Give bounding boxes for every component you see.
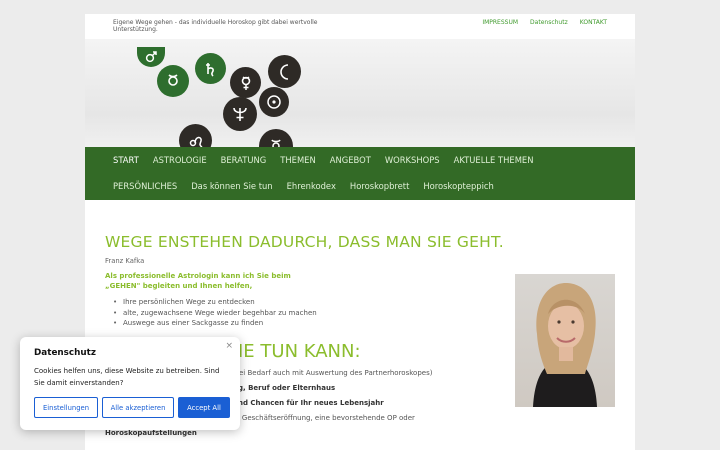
- nav-item-workshops[interactable]: WORKSHOPS: [385, 155, 440, 165]
- nav-item-angebot[interactable]: ANGEBOT: [330, 155, 371, 165]
- nav-item-start[interactable]: START: [113, 155, 139, 165]
- site-tagline: Eigene Wege gehen - das individuelle Hor…: [113, 19, 318, 33]
- list-item: Auswege aus einer Sackgasse zu finden: [113, 318, 317, 329]
- cookie-dialog-text: Cookies helfen uns, diese Website zu bet…: [34, 367, 220, 387]
- top-bar: Eigene Wege gehen - das individuelle Hor…: [85, 14, 635, 39]
- section-heading: IE TUN KANN:: [238, 341, 361, 362]
- impressum-link[interactable]: IMPRESSUM: [482, 19, 518, 26]
- venus-symbol-icon: [230, 67, 261, 98]
- cookie-consent-dialog: Datenschutz × Cookies helfen uns, diese …: [20, 337, 240, 430]
- intro-text: Als professionelle Astrologin kann ich S…: [105, 272, 291, 290]
- nav-item-aktuelle-themen[interactable]: AKTUELLE THEMEN: [454, 155, 534, 165]
- neptune-icon: [223, 97, 257, 131]
- page-heading: WEGE ENSTEHEN DADURCH, DASS MAN SIE GEHT…: [105, 233, 504, 251]
- kontakt-link[interactable]: KONTAKT: [580, 19, 607, 26]
- nav-row-1: START ASTROLOGIE BERATUNG THEMEN ANGEBOT…: [113, 155, 534, 165]
- mercury-icon: [259, 129, 293, 147]
- close-icon[interactable]: ×: [225, 341, 233, 351]
- top-links: IMPRESSUM Datenschutz KONTAKT: [482, 19, 607, 26]
- datenschutz-link[interactable]: Datenschutz: [530, 19, 568, 26]
- nav-item-das-koennen-sie-tun[interactable]: Das können Sie tun: [191, 181, 272, 191]
- cookie-buttons: Einstellungen Alle akzeptieren Accept Al…: [34, 397, 230, 418]
- accept-all-button[interactable]: Alle akzeptieren: [102, 397, 174, 418]
- nav-item-beratung[interactable]: BERATUNG: [221, 155, 267, 165]
- header-banner: [85, 39, 635, 147]
- accept-all-en-button[interactable]: Accept All: [178, 397, 230, 418]
- list-item: alte, zugewachsene Wege wieder begehbar …: [113, 308, 317, 319]
- list-item: Ihre persönlichen Wege zu entdecken: [113, 297, 317, 308]
- mars-icon: [137, 47, 165, 67]
- sun-icon: [259, 87, 289, 117]
- nav-item-horoskopteppich[interactable]: Horoskopteppich: [423, 181, 493, 191]
- nav-item-astrologie[interactable]: ASTROLOGIE: [153, 155, 207, 165]
- benefits-list: Ihre persönlichen Wege zu entdecken alte…: [113, 297, 317, 329]
- nav-item-ehrenkodex[interactable]: Ehrenkodex: [287, 181, 336, 191]
- settings-button[interactable]: Einstellungen: [34, 397, 98, 418]
- saturn-icon: [195, 53, 226, 84]
- moon-icon: [268, 55, 301, 88]
- cookie-dialog-title: Datenschutz: [34, 348, 96, 358]
- nav-item-persoenliches[interactable]: PERSÖNLICHES: [113, 181, 177, 191]
- portrait-photo: [515, 274, 615, 407]
- nav-item-themen[interactable]: THEMEN: [280, 155, 316, 165]
- nav-row-2: PERSÖNLICHES Das können Sie tun Ehrenkod…: [113, 181, 494, 191]
- nav-item-horoskopbrett[interactable]: Horoskopbrett: [350, 181, 409, 191]
- leo-icon: [179, 124, 212, 147]
- main-navigation: START ASTROLOGIE BERATUNG THEMEN ANGEBOT…: [85, 147, 635, 200]
- venus-icon: [157, 65, 189, 97]
- quote-author: Franz Kafka: [105, 257, 145, 265]
